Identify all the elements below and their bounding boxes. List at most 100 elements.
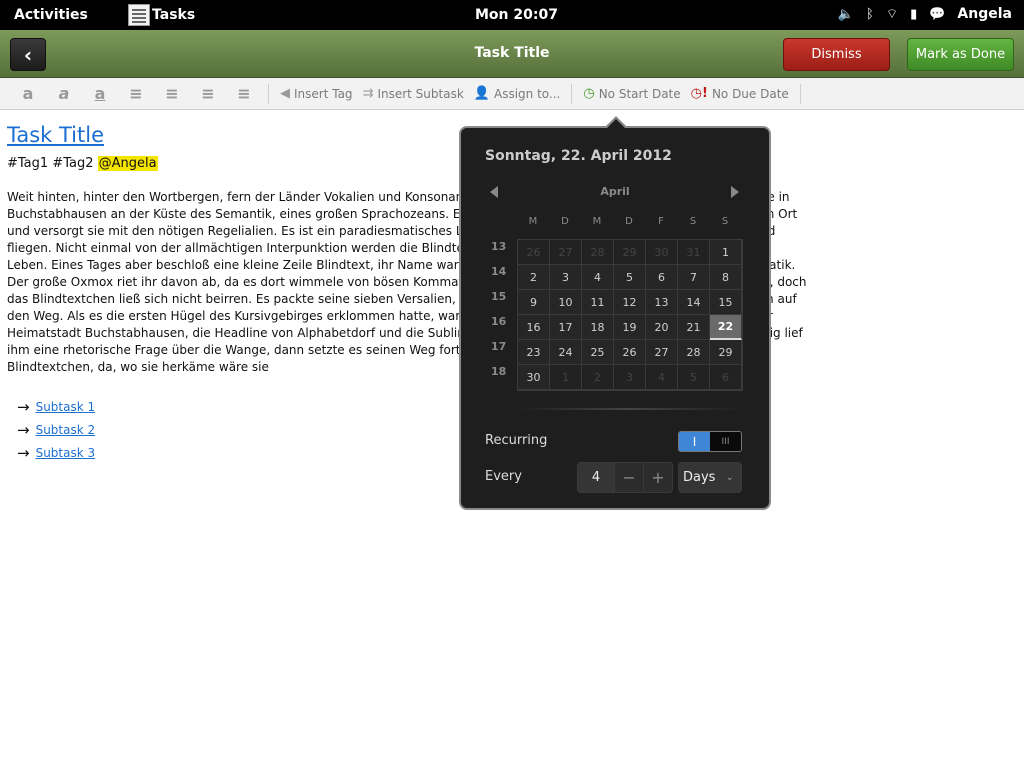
calendar-day[interactable]: 7 (678, 265, 710, 290)
align-center-icon[interactable]: ≡ (159, 83, 185, 105)
calendar-day[interactable]: 10 (550, 290, 582, 315)
calendar-day[interactable]: 26 (614, 340, 646, 365)
weekday-header: M (528, 216, 538, 227)
calendar-day[interactable]: 24 (550, 340, 582, 365)
calendar-day[interactable]: 29 (614, 240, 646, 265)
tasks-app-icon (128, 4, 150, 26)
calendar-day[interactable]: 15 (710, 290, 742, 315)
assign-to-button[interactable]: 👤 Assign to... (474, 83, 561, 105)
tags[interactable]: #Tag1 #Tag2 (7, 156, 93, 171)
calendar-day[interactable]: 18 (582, 315, 614, 340)
insert-tag-button[interactable]: ◀ Insert Tag (280, 83, 353, 105)
calendar-day[interactable]: 3 (614, 365, 646, 390)
minus-icon[interactable]: − (614, 463, 643, 492)
recurring-label: Recurring (485, 433, 548, 448)
underline-icon[interactable]: a (87, 83, 113, 105)
calendar-month: April (600, 185, 630, 198)
align-justify-icon[interactable]: ≡ (195, 83, 221, 105)
calendar-day[interactable]: 20 (646, 315, 678, 340)
calendar-day[interactable]: 5 (614, 265, 646, 290)
weekday-header: M (592, 216, 602, 227)
mark-as-done-button[interactable]: Mark as Done (907, 38, 1014, 71)
header-bar: ‹ Task Title Dismiss Mark as Done (0, 30, 1024, 78)
plus-icon[interactable]: + (643, 463, 672, 492)
calendar-day[interactable]: 30 (646, 240, 678, 265)
bold-icon[interactable]: a (15, 83, 41, 105)
calendar-day[interactable]: 6 (646, 265, 678, 290)
calendar-day[interactable]: 25 (582, 340, 614, 365)
calendar-day[interactable]: 14 (678, 290, 710, 315)
mention[interactable]: @Angela (97, 156, 158, 171)
calendar-day[interactable]: 1 (710, 240, 742, 265)
due-clock-icon: ◷! (690, 86, 708, 101)
weekday-header: S (721, 216, 729, 227)
chat-icon[interactable]: 💬 (929, 7, 945, 22)
subtask-link[interactable]: Subtask 2 (36, 419, 96, 442)
calendar-day[interactable]: 27 (550, 240, 582, 265)
system-tray: 🔈 ᛒ ⌔ ▮ 💬 Angela (838, 6, 1012, 22)
calendar-day[interactable]: 2 (518, 265, 550, 290)
toolbar-divider (268, 83, 269, 104)
calendar-day[interactable]: 5 (678, 365, 710, 390)
every-value[interactable]: 4 (578, 463, 614, 492)
selected-date-header: Sonntag, 22. April 2012 (485, 148, 672, 164)
calendar-day[interactable]: 16 (518, 315, 550, 340)
calendar-day[interactable]: 28 (582, 240, 614, 265)
wifi-icon[interactable]: ⌔ (886, 6, 898, 22)
subtask-link[interactable]: Subtask 3 (36, 442, 96, 465)
every-spinbutton[interactable]: 4 − + (577, 462, 673, 493)
calendar-day[interactable]: 13 (646, 290, 678, 315)
top-bar: Activities Tasks Mon 20:07 🔈 ᛒ ⌔ ▮ 💬 Ang… (0, 0, 1024, 30)
calendar-day[interactable]: 31 (678, 240, 710, 265)
calendar-day[interactable]: 11 (582, 290, 614, 315)
calendar-day[interactable]: 1 (550, 365, 582, 390)
next-month-icon[interactable] (731, 186, 739, 198)
calendar-day[interactable]: 2 (582, 365, 614, 390)
calendar-day[interactable]: 30 (518, 365, 550, 390)
insert-subtask-button[interactable]: ⇉ Insert Subtask (363, 83, 464, 105)
insert-subtask-label: Insert Subtask (377, 86, 464, 101)
clock[interactable]: Mon 20:07 (475, 7, 558, 23)
week-number: 13 (491, 240, 507, 253)
battery-icon[interactable]: ▮ (910, 7, 917, 22)
recurring-switch[interactable]: I III (678, 431, 742, 452)
user-menu[interactable]: Angela (957, 6, 1012, 22)
every-label: Every (485, 469, 522, 484)
calendar-day[interactable]: 23 (518, 340, 550, 365)
calendar-day[interactable]: 4 (582, 265, 614, 290)
switch-on-icon: I (679, 432, 710, 451)
calendar-day[interactable]: 29 (710, 340, 742, 365)
every-unit-select[interactable]: Days ⌄ (678, 462, 742, 493)
calendar-day[interactable]: 9 (518, 290, 550, 315)
calendar-day[interactable]: 3 (550, 265, 582, 290)
start-date-button[interactable]: ◷ No Start Date (583, 83, 680, 105)
align-right-icon[interactable]: ≡ (231, 83, 257, 105)
weekday-header: D (625, 216, 633, 227)
calendar-day[interactable]: 12 (614, 290, 646, 315)
volume-icon[interactable]: 🔈 (838, 7, 854, 22)
calendar-day[interactable]: 6 (710, 365, 742, 390)
italic-icon[interactable]: a (51, 83, 77, 105)
align-left-icon[interactable]: ≡ (123, 83, 149, 105)
activities-button[interactable]: Activities (14, 7, 88, 23)
start-clock-icon: ◷ (583, 86, 595, 101)
due-date-button[interactable]: ◷! No Due Date (691, 83, 789, 105)
calendar-day[interactable]: 17 (550, 315, 582, 340)
calendar-day[interactable]: 19 (614, 315, 646, 340)
calendar-day[interactable]: 22 (710, 315, 742, 340)
weekday-header: S (689, 216, 697, 227)
calendar-day[interactable]: 8 (710, 265, 742, 290)
bluetooth-icon[interactable]: ᛒ (866, 7, 874, 22)
app-menu[interactable]: Tasks (128, 4, 195, 26)
subtask-link[interactable]: Subtask 1 (36, 396, 96, 419)
start-date-label: No Start Date (598, 86, 681, 101)
dismiss-button[interactable]: Dismiss (783, 38, 890, 71)
every-unit-value: Days (683, 470, 716, 485)
calendar-day[interactable]: 4 (646, 365, 678, 390)
calendar-day[interactable]: 26 (518, 240, 550, 265)
calendar-day[interactable]: 28 (678, 340, 710, 365)
calendar-day[interactable]: 27 (646, 340, 678, 365)
calendar-day[interactable]: 21 (678, 315, 710, 340)
prev-month-icon[interactable] (490, 186, 498, 198)
switch-off-icon: III (710, 432, 741, 451)
